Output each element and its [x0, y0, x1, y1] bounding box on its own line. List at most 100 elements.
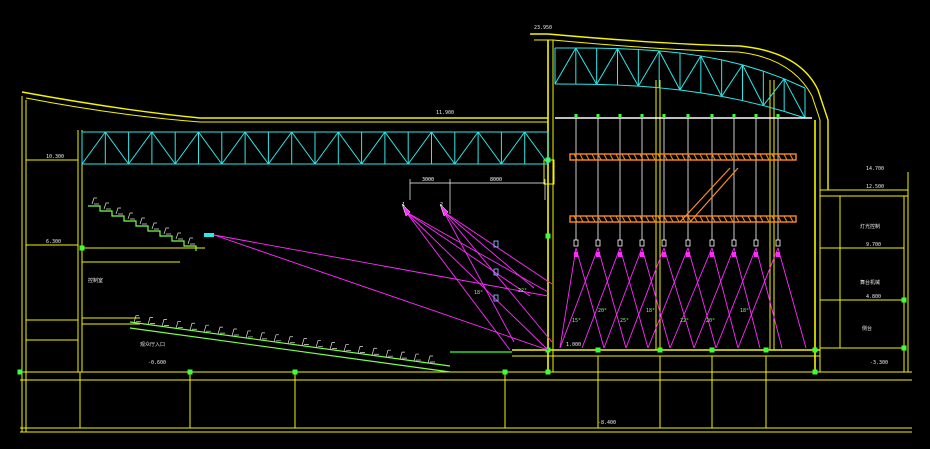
level-stage-floor: 1.000 [566, 342, 581, 348]
structure-node [812, 369, 818, 375]
fly-gallery-hatch [723, 153, 728, 161]
fly-pulley [574, 114, 578, 118]
fly-gallery-hatch [789, 153, 794, 161]
stage-light-head [574, 252, 578, 257]
fly-gallery-hatch [759, 153, 764, 161]
room-right-mid: 舞台机械 [860, 279, 880, 286]
dimension-8000: 8000 [490, 177, 502, 183]
stalls-seat [161, 319, 169, 327]
stalls-seat [133, 315, 141, 323]
fly-gallery-hatch [717, 215, 722, 223]
structure-node [502, 369, 508, 375]
balcony-risers [88, 205, 197, 251]
truss-diagonal [384, 131, 409, 165]
truss-diagonal [407, 131, 432, 165]
stage-truss-bottom [617, 84, 639, 87]
balcony-seat [139, 217, 147, 225]
fly-gallery-hatch [633, 215, 638, 223]
section-drawing: 3000 8000 23.950 11.900 10.300 6.300 14.… [0, 0, 930, 449]
fly-pulley [596, 114, 600, 118]
angle-label: 20° [598, 308, 607, 314]
stalls-seat [385, 349, 393, 358]
fly-gallery-hatch [753, 215, 758, 223]
stage-light-head [640, 252, 644, 257]
angle-label: 18° [740, 308, 749, 314]
truss-diagonal [81, 131, 106, 165]
angle-label: 22° [518, 288, 527, 294]
fly-weight [753, 239, 759, 247]
fly-gallery-hatch [699, 215, 704, 223]
roof-trusses [81, 47, 806, 165]
fly-gallery-hatch [723, 215, 728, 223]
stage-light-head [776, 252, 780, 257]
fly-gallery-hatch [579, 215, 584, 223]
level-right-top: 14.700 [866, 166, 884, 172]
fly-stair [679, 167, 739, 223]
stage-truss-top [679, 52, 701, 57]
fly-weight [709, 239, 715, 247]
truss-diagonal [314, 131, 339, 165]
fly-gallery-hatch [639, 153, 644, 161]
structure-node [763, 347, 769, 353]
truss-diagonal [337, 131, 363, 165]
structure-node [709, 347, 715, 353]
stalls-seat [399, 351, 407, 360]
balcony-seat [115, 207, 123, 215]
stalls-seat [301, 338, 309, 346]
balcony-seat [127, 212, 135, 220]
fly-gallery-hatch [765, 153, 770, 161]
stage-light-beam [597, 247, 627, 349]
fly-gallery-hatch [573, 153, 578, 161]
fly-weight [661, 239, 667, 247]
stalls-rake-bottom [129, 327, 451, 373]
structure-node [79, 245, 85, 251]
stage-light-beam [559, 247, 599, 349]
truss-diagonal [477, 131, 502, 165]
truss-diagonal [291, 131, 316, 165]
sightline-spot1 [405, 211, 511, 351]
stage-rigging [555, 114, 812, 247]
fly-pulley [710, 114, 714, 118]
stage-truss-bottom [742, 100, 764, 107]
angle-label: 25° [620, 318, 629, 324]
structure-node [17, 369, 23, 375]
sightline-spot1 [405, 211, 531, 297]
stalls-seat [343, 344, 351, 352]
stage-truss-bottom [679, 89, 701, 94]
truss-diagonal [267, 131, 293, 165]
fly-gallery-hatch [627, 153, 632, 161]
fly-gallery-hatch [579, 153, 584, 161]
truss-diagonal [361, 131, 386, 165]
sightline-spot1 [405, 211, 549, 351]
room-right-low: 侧台 [862, 325, 872, 332]
stage-truss-diagonal [554, 47, 577, 85]
fly-gallery-hatch [597, 215, 602, 223]
fly-gallery-hatch [591, 215, 596, 223]
stalls-seat [203, 324, 211, 333]
fly-gallery-hatch [573, 215, 578, 223]
stage-truss-diagonal [721, 64, 743, 97]
stalls-seat [413, 353, 421, 362]
stage-truss-diagonal [742, 64, 764, 106]
stalls-seat [371, 347, 379, 356]
stage-light-head [596, 252, 600, 257]
truss-diagonal [221, 131, 246, 165]
fly-gallery-hatch [783, 215, 788, 223]
level-roof-hall: 11.900 [436, 110, 454, 116]
fly-gallery-hatch [735, 153, 740, 161]
fly-gallery-hatch [711, 215, 716, 223]
fly-gallery-hatch [669, 215, 674, 223]
fly-gallery-hatch [609, 215, 614, 223]
truss-diagonal [244, 131, 269, 165]
fly-gallery-hatch [651, 215, 656, 223]
balcony-seat [163, 227, 171, 235]
fly-gallery-hatch [633, 153, 638, 161]
fly-gallery-hatch [759, 215, 764, 223]
stage-truss-diagonal [658, 50, 681, 91]
fly-gallery-hatch [591, 153, 596, 161]
stage-truss-top [700, 55, 722, 61]
fly-gallery-hatch [777, 215, 782, 223]
stage-light-beam [559, 247, 577, 349]
stage-truss-diagonal [700, 55, 723, 97]
fly-weight [573, 239, 579, 247]
